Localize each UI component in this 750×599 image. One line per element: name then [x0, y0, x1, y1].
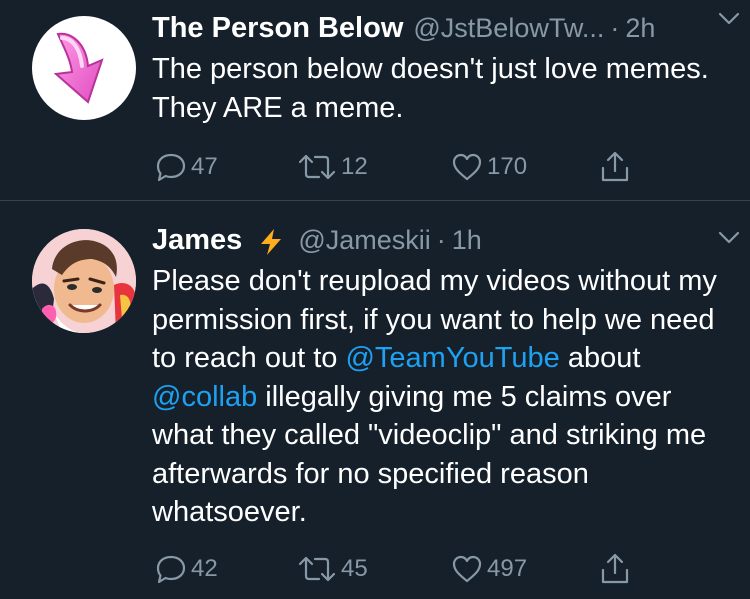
share-icon — [601, 151, 629, 182]
like-count: 497 — [487, 555, 528, 582]
retweet-button[interactable]: 12 — [297, 149, 368, 185]
lightning-bolt-icon — [261, 229, 282, 255]
pink-down-arrow-icon — [53, 32, 104, 104]
reply-count: 47 — [191, 153, 218, 180]
separator-dot: · — [436, 225, 446, 255]
author-handle[interactable]: @JstBelowTw... — [413, 13, 604, 44]
share-button[interactable] — [599, 149, 631, 185]
timestamp[interactable]: 1h — [452, 225, 482, 256]
retweet-button[interactable]: 45 — [297, 551, 368, 587]
reply-icon — [156, 555, 186, 584]
chevron-down-icon[interactable] — [718, 12, 740, 26]
action-bar: 42 45 497 — [155, 551, 645, 587]
action-bar: 47 12 170 — [155, 149, 645, 185]
tweet-text: Please don't reupload my videos without … — [152, 262, 730, 532]
separator-dot: · — [610, 13, 620, 43]
author-name[interactable]: James — [152, 224, 242, 257]
reply-count: 42 — [191, 555, 218, 582]
retweet-icon — [298, 154, 336, 180]
like-button[interactable]: 170 — [451, 149, 527, 185]
reply-icon — [156, 153, 186, 182]
retweet-count: 12 — [341, 153, 368, 180]
tweet-text: The person below doesn't just love memes… — [152, 50, 730, 127]
tweet[interactable]: The Person Below @JstBelowTw... · 2h The… — [0, 0, 750, 200]
share-icon — [601, 553, 629, 584]
author-handle[interactable]: @Jameskii — [298, 225, 430, 256]
heart-icon — [452, 555, 482, 583]
share-button[interactable] — [599, 551, 631, 587]
timestamp[interactable]: 2h — [625, 13, 655, 44]
cartoon-character-avatar — [32, 229, 136, 333]
mention-link[interactable]: @TeamYouTube — [345, 342, 559, 374]
author-name[interactable]: The Person Below — [152, 12, 403, 45]
chevron-down-icon[interactable] — [718, 231, 740, 245]
tweet-text-part: The person below doesn't just love memes… — [152, 53, 717, 124]
avatar[interactable] — [32, 229, 136, 333]
avatar[interactable] — [32, 16, 136, 120]
retweet-icon — [298, 556, 336, 582]
like-button[interactable]: 497 — [451, 551, 527, 587]
reply-button[interactable]: 47 — [155, 149, 218, 185]
retweet-count: 45 — [341, 555, 368, 582]
mention-link[interactable]: @collab — [152, 381, 257, 413]
reply-button[interactable]: 42 — [155, 551, 218, 587]
like-count: 170 — [487, 153, 528, 180]
tweet[interactable]: James @Jameskii · 1h Please don't reuplo… — [0, 201, 750, 599]
heart-icon — [452, 153, 482, 181]
tweet-text-part: about — [559, 342, 649, 374]
